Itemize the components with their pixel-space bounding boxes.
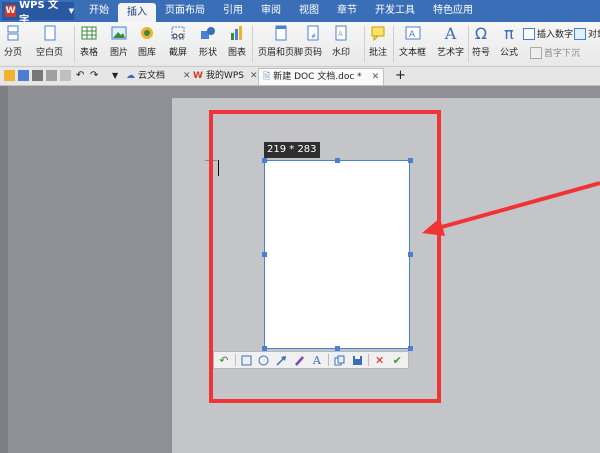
annotation-arrow (422, 181, 600, 236)
